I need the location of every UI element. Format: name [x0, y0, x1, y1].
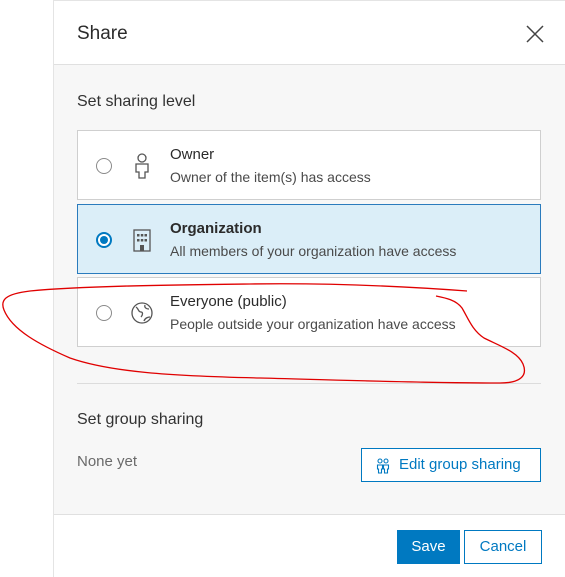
sharing-level-label: Set sharing level — [77, 93, 196, 110]
option-organization-description: All members of your organization have ac… — [170, 243, 457, 259]
edit-group-sharing-button[interactable]: Edit group sharing — [361, 448, 541, 482]
person-icon — [135, 153, 149, 179]
groups-icon — [376, 458, 390, 474]
dialog-title: Share — [77, 23, 128, 44]
edit-group-sharing-label: Edit group sharing — [399, 456, 521, 473]
owner-radio[interactable] — [96, 158, 112, 174]
globe-icon — [131, 302, 153, 324]
close-button[interactable] — [525, 24, 545, 44]
option-organization-title: Organization — [170, 220, 262, 237]
building-icon — [133, 229, 151, 252]
save-button[interactable]: Save — [397, 530, 460, 564]
everyone-radio[interactable] — [96, 305, 112, 321]
option-owner[interactable]: Owner Owner of the item(s) has access — [77, 130, 541, 200]
group-sharing-label: Set group sharing — [77, 411, 204, 428]
section-divider — [77, 383, 541, 384]
option-owner-description: Owner of the item(s) has access — [170, 169, 371, 185]
option-everyone-description: People outside your organization have ac… — [170, 316, 456, 332]
dialog-body: Set sharing level Owner Owner of the ite… — [54, 65, 565, 515]
option-everyone-title: Everyone (public) — [170, 293, 287, 310]
dialog-header: Share — [54, 1, 565, 65]
group-sharing-empty-text: None yet — [77, 453, 138, 470]
close-icon — [526, 25, 544, 43]
share-dialog: Share Set sharing level Owner Owner of t… — [53, 0, 565, 577]
organization-radio[interactable] — [96, 232, 112, 248]
option-owner-title: Owner — [170, 146, 215, 163]
option-everyone[interactable]: Everyone (public) People outside your or… — [77, 277, 541, 347]
cancel-button[interactable]: Cancel — [464, 530, 542, 564]
option-organization[interactable]: Organization All members of your organiz… — [77, 204, 541, 274]
